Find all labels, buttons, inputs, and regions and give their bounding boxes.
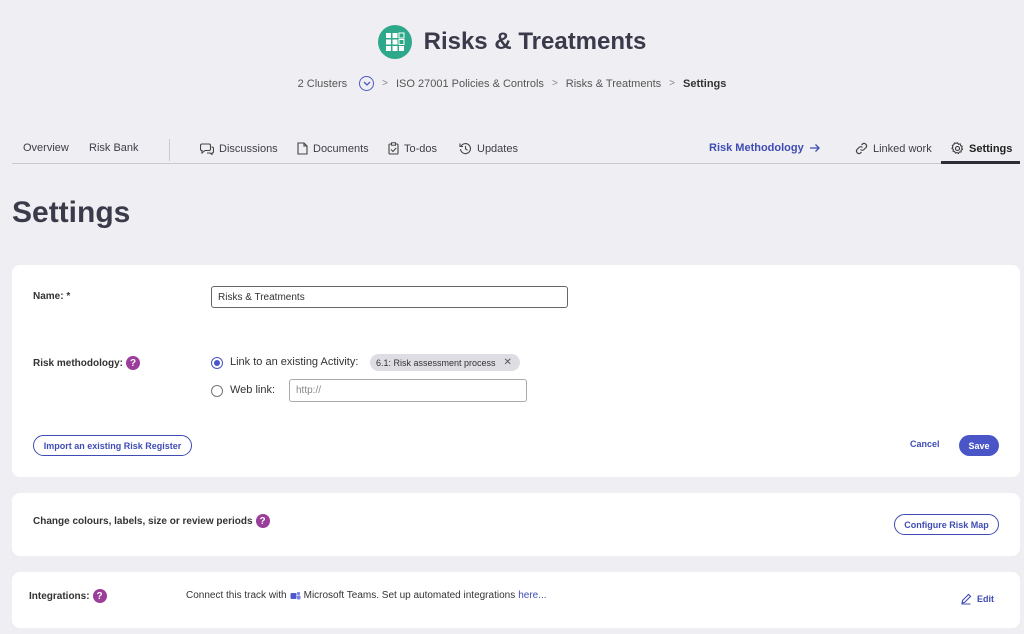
document-icon [297, 142, 308, 155]
tab-risk-bank[interactable]: Risk Bank [89, 142, 139, 154]
breadcrumb-clusters[interactable]: 2 Clusters [298, 78, 348, 90]
tab-settings-label: Settings [969, 142, 1013, 155]
help-icon[interactable]: ? [126, 356, 141, 370]
activity-chip-label: 6.1: Risk assessment process [376, 357, 496, 368]
tab-risk-methodology[interactable]: Risk Methodology [709, 142, 821, 154]
tab-bar: Overview Risk Bank Discussions Documents… [12, 138, 1020, 164]
page-title: Settings [12, 196, 131, 229]
tab-updates[interactable]: Updates [459, 142, 518, 155]
web-link-input[interactable] [289, 379, 527, 402]
cancel-button[interactable]: Cancel [910, 439, 940, 449]
pencil-icon [961, 593, 972, 605]
integrations-label: Integrations: [29, 590, 90, 602]
integrations-label-group: Integrations: ? [29, 589, 107, 603]
integrations-card: Integrations: ? Connect this track with … [12, 572, 1020, 628]
name-label: Name: * [33, 291, 71, 302]
tab-divider [169, 139, 170, 161]
breadcrumb-current: Settings [682, 77, 727, 90]
radio-web-link[interactable] [211, 385, 223, 397]
tab-discussions-label: Discussions [219, 142, 278, 155]
breadcrumb-iso[interactable]: ISO 27001 Policies & Controls [396, 78, 544, 90]
link-icon [855, 142, 868, 155]
page-header: Risks & Treatments [0, 22, 1024, 62]
tab-linked-work[interactable]: Linked work [855, 142, 932, 155]
name-input[interactable] [211, 286, 568, 308]
tab-discussions[interactable]: Discussions [200, 142, 278, 155]
chat-icon [200, 143, 214, 155]
chevron-down-icon[interactable] [359, 76, 375, 91]
tab-risk-methodology-label: Risk Methodology [709, 142, 804, 154]
settings-form-card: Name: * Risk methodology: ? Link to an e… [12, 265, 1020, 477]
integrations-text: Connect this track with Microsoft Teams.… [186, 590, 547, 601]
teams-icon [290, 591, 301, 599]
integrations-text-prefix: Connect this track with [186, 590, 287, 601]
risk-methodology-label-group: Risk methodology: ? [33, 356, 141, 370]
help-icon[interactable]: ? [92, 589, 107, 603]
help-icon[interactable]: ? [255, 514, 270, 528]
risk-map-card: Change colours, labels, size or review p… [12, 493, 1020, 556]
breadcrumb: 2 Clusters > ISO 27001 Policies & Contro… [0, 76, 1024, 91]
tab-linked-work-label: Linked work [873, 142, 932, 155]
tab-risk-bank-label: Risk Bank [89, 142, 139, 154]
app-title: Risks & Treatments [423, 28, 647, 55]
tab-todos[interactable]: To-dos [388, 142, 437, 155]
chevron-right-icon: > [551, 78, 558, 89]
chevron-right-icon: > [669, 78, 675, 89]
tab-overview-label: Overview [23, 142, 69, 154]
radio-link-activity-label: Link to an existing Activity: [230, 356, 359, 368]
tab-settings[interactable]: Settings [951, 142, 1012, 155]
tab-documents[interactable]: Documents [297, 142, 369, 155]
gear-icon [951, 142, 964, 155]
breadcrumb-risks[interactable]: Risks & Treatments [566, 78, 661, 90]
tab-overview[interactable]: Overview [23, 142, 69, 154]
configure-risk-map-button[interactable]: Configure Risk Map [894, 514, 999, 535]
history-icon [459, 143, 471, 155]
close-icon[interactable]: ✕ [504, 357, 512, 368]
tab-updates-label: Updates [477, 142, 518, 155]
edit-button[interactable]: Edit [960, 593, 994, 605]
tab-todos-label: To-dos [404, 142, 438, 155]
activity-chip: 6.1: Risk assessment process ✕ [370, 354, 520, 371]
risk-map-label: Change colours, labels, size or review p… [33, 515, 253, 527]
risk-methodology-label: Risk methodology: [33, 357, 124, 369]
active-tab-indicator [941, 161, 1020, 164]
tab-documents-label: Documents [313, 142, 369, 155]
radio-web-link-label: Web link: [230, 384, 276, 396]
integrations-here-link[interactable]: here... [518, 590, 546, 601]
radio-link-activity[interactable] [211, 357, 223, 369]
import-risk-register-button[interactable]: Import an existing Risk Register [33, 435, 192, 456]
arrow-right-icon [809, 144, 820, 152]
integrations-teams-text: Microsoft Teams. Set up automated integr… [303, 590, 516, 601]
save-button[interactable]: Save [959, 435, 999, 456]
chevron-right-icon: > [382, 78, 388, 89]
grid-icon [377, 25, 412, 59]
clipboard-check-icon [388, 142, 399, 155]
risk-map-label-group: Change colours, labels, size or review p… [33, 514, 270, 528]
edit-button-label: Edit [977, 594, 994, 604]
